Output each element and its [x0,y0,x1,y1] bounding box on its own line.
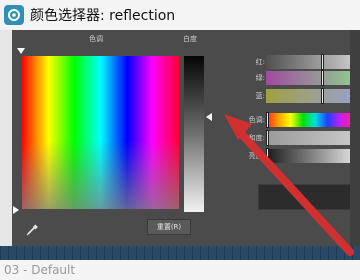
slider-label-green: 绿: [255,74,265,82]
luminance-bar[interactable] [184,56,204,212]
eyedropper-icon[interactable] [25,222,39,236]
slider-label-blue: 蓝: [255,92,265,100]
slider-label-red: 红: [255,58,265,66]
reset-button[interactable]: 重置(R) [147,219,191,235]
app-logo-icon [4,5,24,25]
hue-label: 色调 [89,35,103,43]
title-bar: 颜色选择器: reflection [0,0,360,30]
slider-label-brightness: 亮度: [248,152,265,160]
window-title: 颜色选择器: reflection [30,8,176,24]
luminance-label: 白度 [183,35,197,43]
left-side-strip [0,30,12,246]
color-preview [258,184,356,210]
luminance-marker-icon[interactable] [206,113,212,121]
spectrum-top-marker-icon[interactable] [17,48,25,54]
slider-label-saturation: 饱和度: [241,134,265,142]
slider-blue[interactable] [266,88,352,104]
timeline-ruler [0,246,360,260]
footer-bar: 03 - Default [0,260,360,280]
color-spectrum[interactable] [22,56,179,209]
footer-label: 03 - Default [4,263,76,277]
slider-green[interactable] [266,70,352,86]
right-panel-edge [350,30,360,246]
slider-brightness[interactable] [266,148,352,164]
slider-label-hue: 色调: [248,116,265,124]
spectrum-side-marker-icon[interactable] [13,206,19,214]
slider-hue[interactable] [266,112,352,128]
slider-saturation[interactable] [266,130,352,146]
slider-red[interactable] [266,54,352,70]
